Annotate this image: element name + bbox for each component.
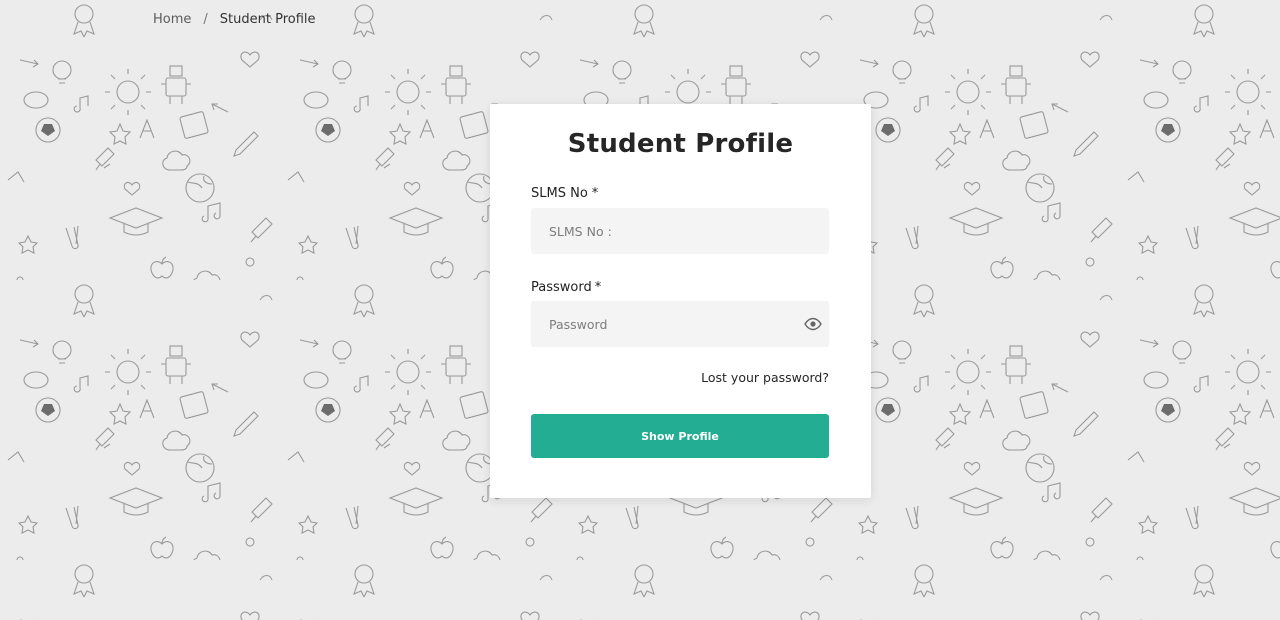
- password-label-text: Password: [531, 280, 592, 295]
- login-card: Student Profile SLMS No* Password* Lost …: [490, 104, 871, 498]
- slms-label-text: SLMS No: [531, 186, 588, 201]
- breadcrumb-home-link[interactable]: Home: [153, 12, 191, 27]
- password-input[interactable]: [531, 301, 829, 347]
- required-mark: *: [591, 186, 599, 201]
- password-label: Password *: [531, 280, 601, 295]
- slms-no-input[interactable]: [531, 208, 829, 254]
- eye-icon[interactable]: [804, 317, 822, 331]
- required-mark: *: [594, 280, 602, 295]
- breadcrumb: Home / Student Profile: [153, 12, 316, 27]
- breadcrumb-separator: /: [203, 12, 208, 27]
- breadcrumb-current: Student Profile: [219, 12, 316, 27]
- page-title: Student Profile: [567, 129, 794, 159]
- lost-password-link[interactable]: Lost your password?: [701, 370, 829, 385]
- slms-label: SLMS No *: [531, 186, 598, 201]
- show-profile-button[interactable]: Show Profile: [531, 414, 829, 458]
